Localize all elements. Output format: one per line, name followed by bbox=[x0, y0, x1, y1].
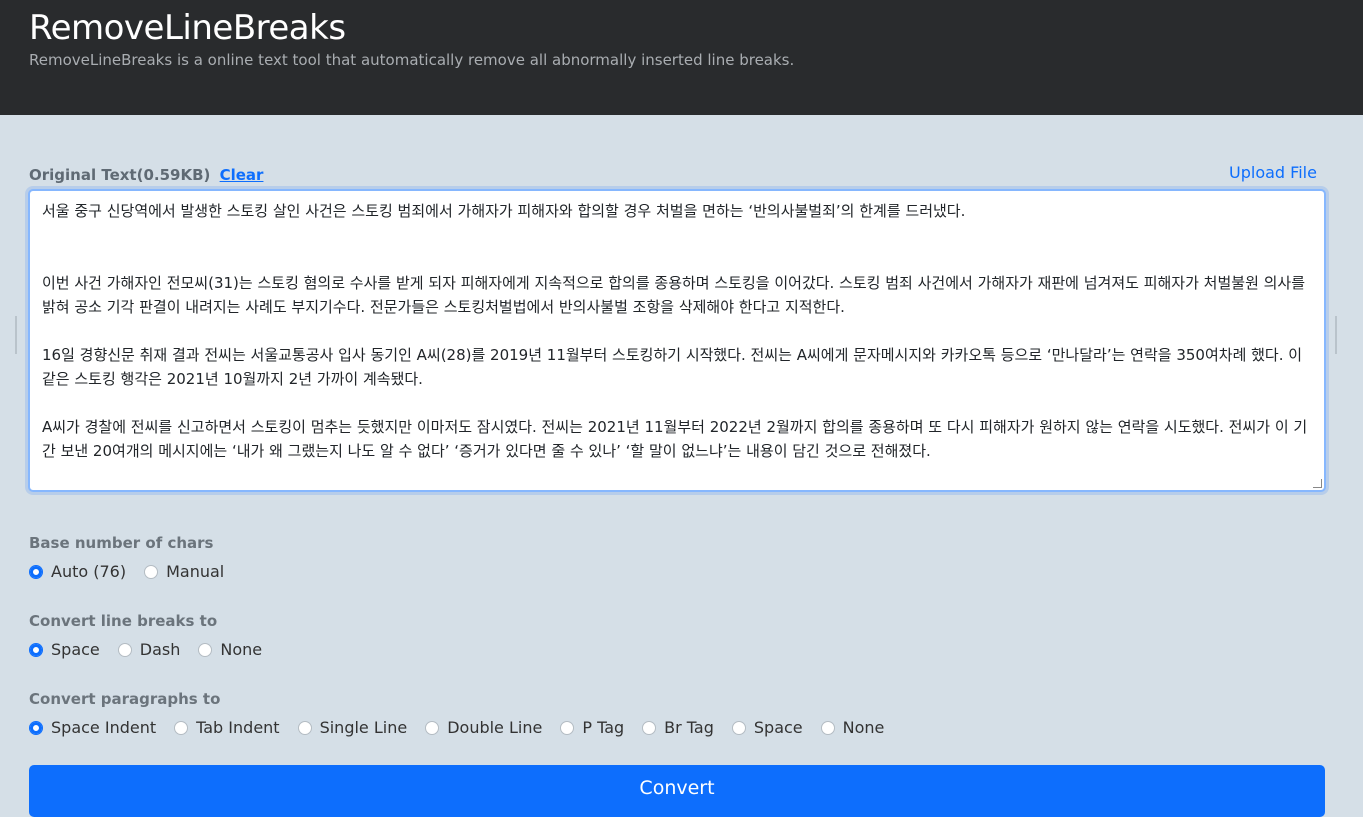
radio-label: None bbox=[220, 640, 263, 659]
radio-label: Br Tag bbox=[664, 718, 714, 737]
original-text-label: Original Text(0.59KB) Clear bbox=[29, 166, 263, 184]
resize-handle-icon[interactable] bbox=[1313, 479, 1322, 488]
radio-button-icon[interactable] bbox=[731, 720, 746, 735]
radio-label: Auto (76) bbox=[51, 562, 127, 581]
radio-button-icon[interactable] bbox=[560, 720, 575, 735]
radio-label: Double Line bbox=[447, 718, 543, 737]
radio-option-space[interactable]: Space bbox=[29, 640, 100, 659]
radio-option-double-line[interactable]: Double Line bbox=[425, 718, 542, 737]
paragraphs-label: Convert paragraphs to bbox=[29, 690, 221, 708]
radio-label: Single Line bbox=[319, 718, 408, 737]
original-text-size-label: Original Text(0.59KB) bbox=[29, 166, 211, 184]
text-paragraph: 이번 사건 가해자인 전모씨(31)는 스토킹 혐의로 수사를 받게 되자 피해… bbox=[42, 274, 1306, 316]
radio-option-none[interactable]: None bbox=[198, 640, 262, 659]
radio-option-p-tag[interactable]: P Tag bbox=[560, 718, 624, 737]
paragraphs-options: Space Indent Tab Indent Single Line Double … bbox=[29, 718, 902, 737]
radio-button-icon[interactable] bbox=[174, 720, 189, 735]
radio-button-icon[interactable] bbox=[642, 720, 657, 735]
upload-file-link[interactable]: Upload File bbox=[1229, 163, 1317, 182]
radio-button-icon[interactable] bbox=[144, 564, 159, 579]
radio-option-auto-76[interactable]: Auto (76) bbox=[29, 562, 126, 581]
convert-button[interactable]: Convert bbox=[29, 765, 1325, 817]
site-header: RemoveLineBreaks RemoveLineBreaks is a o… bbox=[0, 0, 1363, 115]
site-subtitle: RemoveLineBreaks is a online text tool t… bbox=[29, 51, 795, 69]
radio-button-icon[interactable] bbox=[29, 642, 43, 657]
site-title: RemoveLineBreaks bbox=[29, 8, 346, 48]
radio-option-space[interactable]: Space bbox=[731, 718, 803, 737]
right-drag-handle[interactable] bbox=[1335, 316, 1337, 354]
text-paragraph: A씨가 경찰에 전씨를 신고하면서 스토킹이 멈추는 듯했지만 이마저도 잠시였… bbox=[42, 418, 1308, 460]
radio-label: Manual bbox=[166, 562, 225, 581]
line-breaks-label: Convert line breaks to bbox=[29, 612, 218, 630]
radio-label: Dash bbox=[139, 640, 181, 659]
radio-label: Space Indent bbox=[51, 718, 157, 737]
radio-button-icon[interactable] bbox=[425, 720, 440, 735]
radio-option-br-tag[interactable]: Br Tag bbox=[642, 718, 714, 737]
base-chars-options: Auto (76) Manual bbox=[29, 562, 242, 581]
radio-button-icon[interactable] bbox=[29, 720, 43, 735]
radio-button-icon[interactable] bbox=[117, 642, 132, 657]
radio-label: Space bbox=[51, 640, 100, 659]
radio-button-icon[interactable] bbox=[198, 642, 213, 657]
base-chars-label: Base number of chars bbox=[29, 534, 214, 552]
radio-label: None bbox=[842, 718, 885, 737]
radio-label: P Tag bbox=[582, 718, 625, 737]
radio-option-space-indent[interactable]: Space Indent bbox=[29, 718, 156, 737]
original-text-content[interactable]: 서울 중구 신당역에서 발생한 스토킹 살인 사건은 스토킹 범죄에서 가해자가… bbox=[42, 199, 1314, 487]
radio-option-single-line[interactable]: Single Line bbox=[297, 718, 408, 737]
text-paragraph: 16일 경향신문 취재 결과 전씨는 서울교통공사 입사 동기인 A씨(28)를… bbox=[42, 346, 1303, 388]
radio-button-icon[interactable] bbox=[29, 564, 43, 579]
radio-option-tab-indent[interactable]: Tab Indent bbox=[174, 718, 280, 737]
radio-option-dash[interactable]: Dash bbox=[117, 640, 181, 659]
radio-button-icon[interactable] bbox=[820, 720, 835, 735]
original-text-area[interactable]: 서울 중구 신당역에서 발생한 스토킹 살인 사건은 스토킹 범죄에서 가해자가… bbox=[28, 189, 1326, 492]
clear-link[interactable]: Clear bbox=[220, 166, 264, 184]
text-paragraph: 서울 중구 신당역에서 발생한 스토킹 살인 사건은 스토킹 범죄에서 가해자가… bbox=[42, 202, 966, 220]
radio-option-manual[interactable]: Manual bbox=[144, 562, 224, 581]
radio-option-none[interactable]: None bbox=[820, 718, 885, 737]
line-breaks-options: Space Dash None bbox=[29, 640, 280, 659]
left-drag-handle[interactable] bbox=[15, 316, 17, 354]
radio-button-icon[interactable] bbox=[297, 720, 312, 735]
radio-label: Tab Indent bbox=[196, 718, 280, 737]
radio-label: Space bbox=[753, 718, 803, 737]
